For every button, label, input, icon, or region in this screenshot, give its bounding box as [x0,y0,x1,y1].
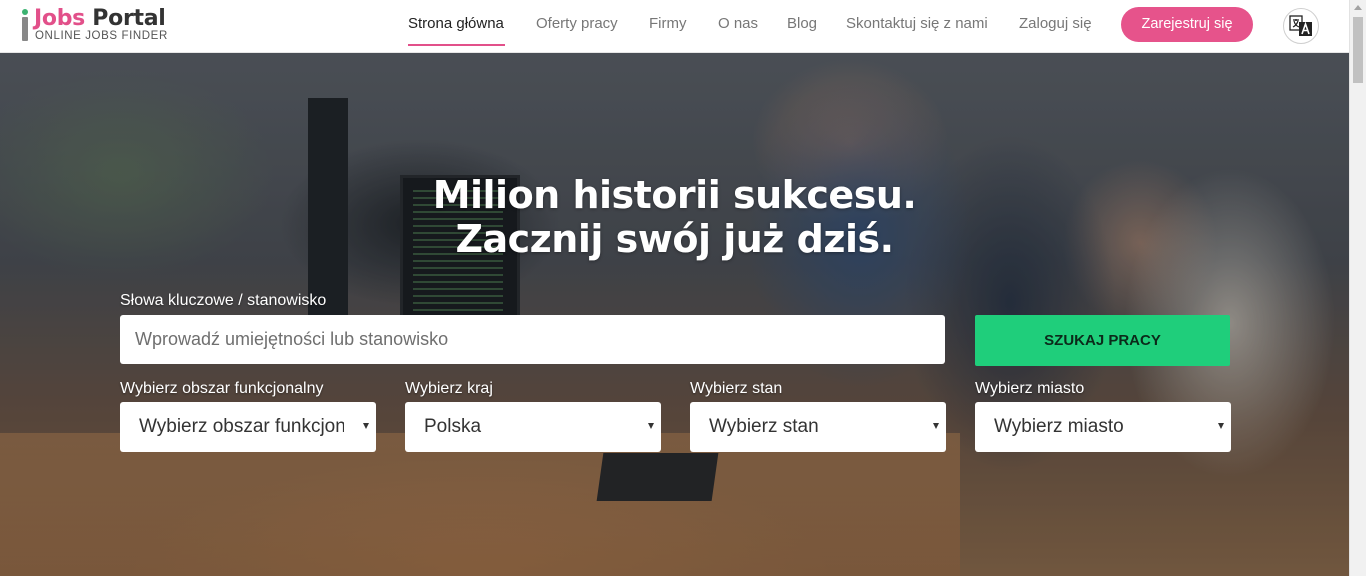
hero-section: Milion historii sukcesu. Zacznij swój ju… [0,53,1349,576]
page-scrollbar[interactable] [1349,0,1366,576]
city-value: Wybierz miasto [994,416,1124,437]
translate-button[interactable] [1283,8,1319,44]
hero-title-line-2: Zacznij swój już dziś. [455,217,894,261]
country-select[interactable]: Polska [405,402,661,452]
dropdown-arrow-icon [933,423,939,429]
scroll-thumb[interactable] [1353,17,1363,83]
page: Jobs Portal ONLINE JOBS FINDER Strona gł… [0,0,1366,576]
nav-job-offers[interactable]: Oferty pracy [536,15,618,33]
hero-title: Milion historii sukcesu. Zacznij swój ju… [0,173,1349,261]
dropdown-arrow-icon [648,423,654,429]
site-header: Jobs Portal ONLINE JOBS FINDER Strona gł… [0,0,1349,53]
dropdown-arrow-icon [1218,423,1224,429]
nav-about[interactable]: O nas [718,15,758,33]
search-jobs-button[interactable]: SZUKAJ PRACY [975,315,1230,366]
functional-area-label: Wybierz obszar funkcjonalny [120,380,324,397]
city-label: Wybierz miasto [975,380,1085,397]
nav-blog[interactable]: Blog [787,15,817,33]
city-select[interactable]: Wybierz miasto [975,402,1231,452]
nav-companies[interactable]: Firmy [649,15,687,33]
functional-area-select[interactable]: Wybierz obszar funkcjonalny [120,402,376,452]
country-value: Polska [424,416,482,437]
active-nav-indicator [408,44,505,46]
site-logo[interactable]: Jobs Portal ONLINE JOBS FINDER [20,6,195,46]
keywords-input[interactable] [120,315,945,364]
state-value: Wybierz stan [709,416,819,437]
logo-subtitle: ONLINE JOBS FINDER [35,30,168,42]
translate-icon [1289,15,1312,36]
hero-title-line-1: Milion historii sukcesu. [432,173,917,217]
person-logo-icon [22,9,28,41]
country-label: Wybierz kraj [405,380,493,397]
keywords-label: Słowa kluczowe / stanowisko [120,292,327,309]
state-label: Wybierz stan [690,380,783,397]
functional-area-value: Wybierz obszar funkcjonalny [139,416,344,437]
state-select[interactable]: Wybierz stan [690,402,946,452]
register-button[interactable]: Zarejestruj się [1121,7,1253,42]
nav-home[interactable]: Strona główna [408,15,504,33]
nav-login[interactable]: Zaloguj się [1019,15,1092,33]
nav-contact[interactable]: Skontaktuj się z nami [846,15,988,33]
scroll-up-icon[interactable] [1354,5,1362,10]
dropdown-arrow-icon [363,423,369,429]
